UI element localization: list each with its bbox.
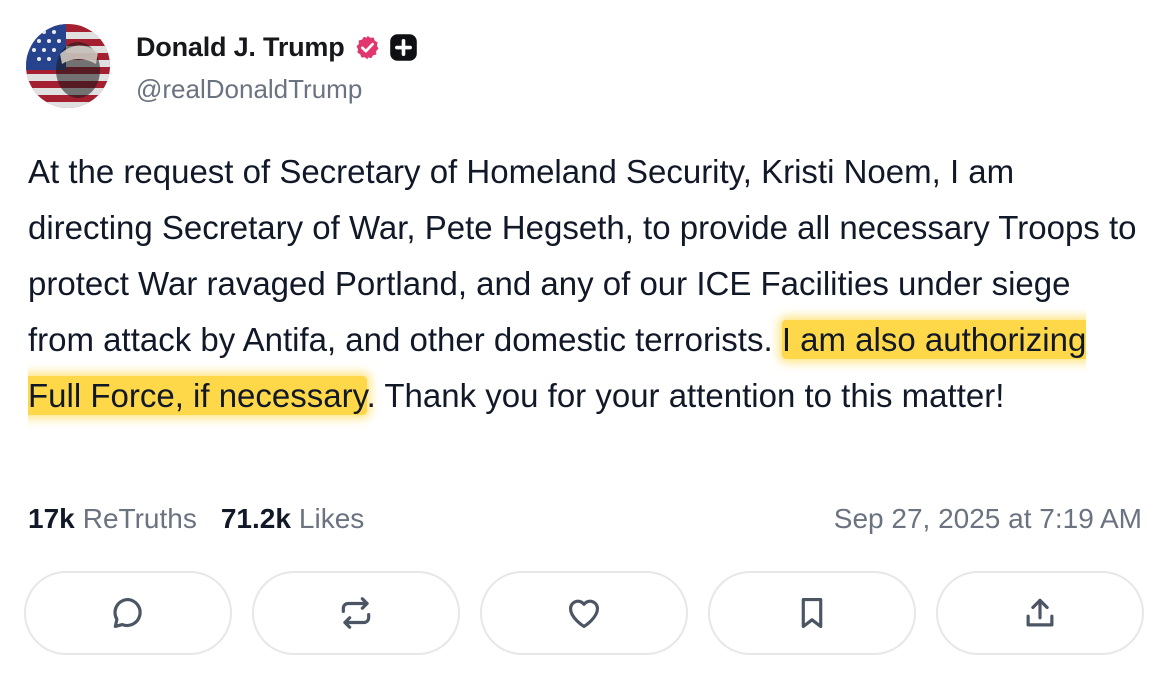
retruth-button[interactable]: [252, 571, 460, 655]
share-button[interactable]: [936, 571, 1144, 655]
author-display-name[interactable]: Donald J. Trump: [136, 32, 345, 63]
action-bar: [24, 571, 1144, 655]
like-button[interactable]: [480, 571, 688, 655]
post-stats: 17k ReTruths 71.2k Likes Sep 27, 2025 at…: [28, 497, 1142, 541]
likes-label: Likes: [298, 503, 365, 534]
retruth-icon: [341, 597, 371, 629]
truth-plus-icon: [389, 33, 417, 61]
post-timestamp[interactable]: Sep 27, 2025 at 7:19 AM: [834, 503, 1142, 535]
author-info: Donald J. Trump @realDonaldTrump: [136, 24, 418, 105]
author-handle[interactable]: @realDonaldTrump: [136, 74, 418, 105]
verified-badge-icon: [356, 35, 378, 59]
post-header: Donald J. Trump @realDonaldTrump: [26, 24, 418, 110]
bookmark-icon: [801, 597, 823, 629]
post-text: At the request of Secretary of Homeland …: [28, 144, 1138, 424]
post-text-after: . Thank you for your attention to this m…: [366, 377, 1005, 414]
name-row: Donald J. Trump: [136, 30, 418, 64]
avatar[interactable]: [26, 24, 110, 108]
retruths-count: 17k: [28, 503, 75, 534]
reply-icon: [113, 597, 142, 629]
like-icon: [568, 599, 600, 629]
likes-stat[interactable]: 71.2k Likes: [221, 503, 364, 535]
avatar-flag-portrait-icon: [26, 24, 110, 108]
bookmark-button[interactable]: [708, 571, 916, 655]
retruths-label: ReTruths: [82, 503, 197, 534]
reply-button[interactable]: [24, 571, 232, 655]
share-icon: [1026, 598, 1054, 627]
retruths-stat[interactable]: 17k ReTruths: [28, 503, 197, 535]
likes-count: 71.2k: [220, 503, 291, 534]
